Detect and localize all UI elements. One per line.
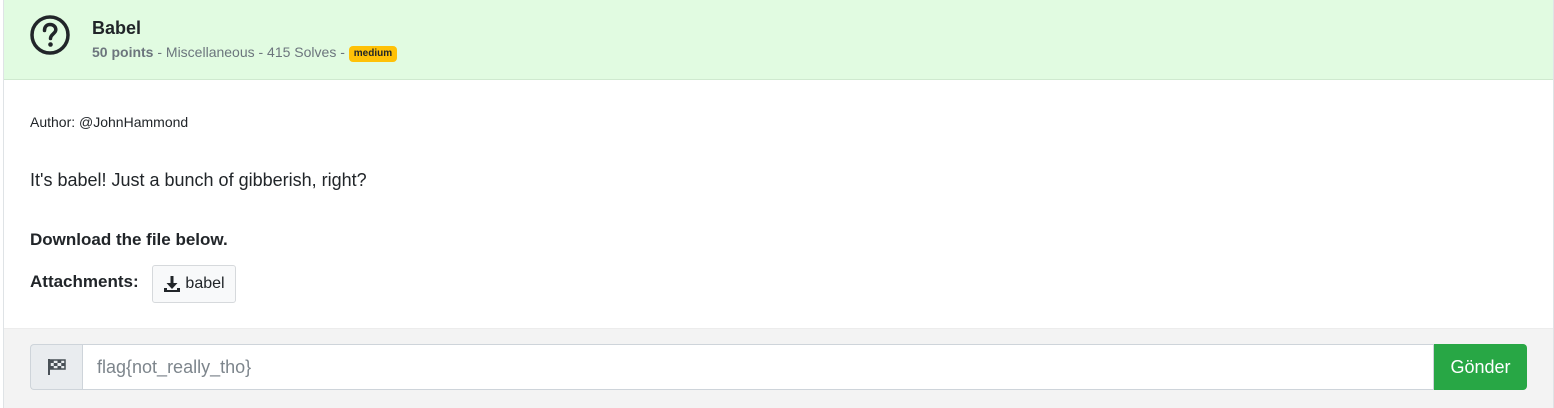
challenge-body: Author: @JohnHammond It's babel! Just a … (4, 80, 1553, 328)
challenge-category-solves: - Miscellaneous - 415 Solves - (153, 44, 349, 60)
flag-checkered-icon (47, 359, 66, 375)
flag-submit-form: Gönder (4, 328, 1553, 408)
challenge-points: 50 points (92, 44, 154, 60)
download-note: Download the file below. (30, 230, 228, 249)
download-icon (164, 276, 181, 292)
challenge-meta: 50 points - Miscellaneous - 415 Solves -… (92, 44, 398, 62)
question-circle-icon (30, 15, 70, 55)
submit-flag-button[interactable]: Gönder (1434, 344, 1527, 390)
challenge-description: It's babel! Just a bunch of gibberish, r… (30, 170, 367, 190)
author-text: Author: @JohnHammond (30, 114, 189, 130)
attachment-babel-button[interactable]: babel (152, 265, 236, 303)
flag-input[interactable] (82, 344, 1434, 390)
challenge-header: Babel 50 points - Miscellaneous - 415 So… (4, 0, 1553, 80)
attachments-label: Attachments: (30, 272, 139, 291)
challenge-title: Babel (92, 18, 142, 38)
challenge-card: Babel 50 points - Miscellaneous - 415 So… (3, 0, 1554, 408)
difficulty-badge: medium (348, 46, 398, 62)
attachment-name: babel (185, 275, 225, 292)
flag-addon (30, 344, 82, 390)
